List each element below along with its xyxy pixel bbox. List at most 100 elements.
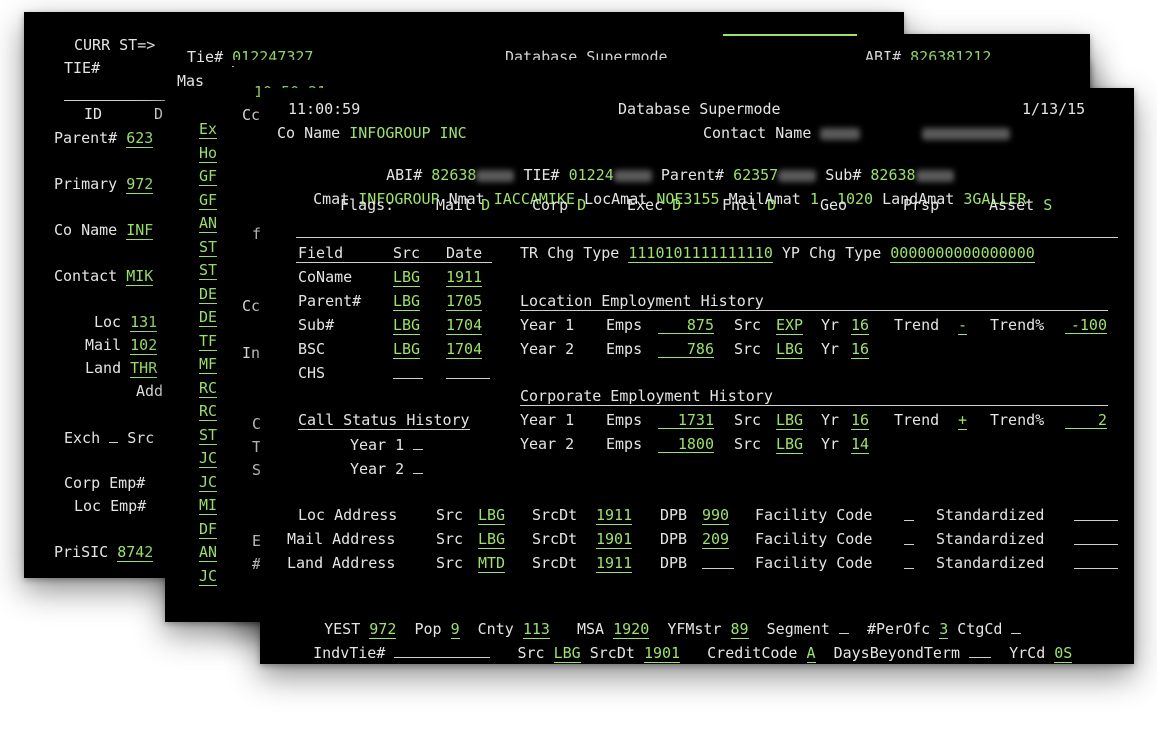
yr-field[interactable]: 16	[851, 411, 870, 430]
facility-field[interactable]	[904, 506, 914, 525]
srcdt-value[interactable]: 1911	[596, 554, 633, 573]
code-value[interactable]: JC	[199, 566, 218, 586]
src-value[interactable]: LBG	[478, 530, 506, 549]
creditcode-field[interactable]: A	[806, 644, 816, 663]
date-value[interactable]: 1704	[446, 316, 483, 335]
src-field[interactable]: EXP	[776, 316, 804, 335]
code-cell[interactable]: ST	[199, 425, 218, 445]
code-cell[interactable]: MF	[199, 355, 218, 374]
table-cell-src[interactable]: LBG	[393, 340, 421, 359]
code-value[interactable]: ST	[199, 237, 218, 257]
table-cell-src[interactable]	[393, 364, 423, 383]
flag-value[interactable]: D	[577, 196, 586, 214]
table-cell-date[interactable]: 1705	[446, 292, 483, 311]
exch-field[interactable]	[109, 428, 119, 443]
call-year2-field[interactable]	[413, 459, 424, 474]
src-empty[interactable]	[393, 364, 423, 379]
table-cell-src[interactable]: LBG	[393, 316, 421, 335]
yr-field[interactable]: 14	[851, 435, 870, 454]
emps-field[interactable]: 875	[658, 316, 714, 334]
code-cell[interactable]: DE	[199, 284, 218, 304]
yrcd-field[interactable]: 0S	[1054, 644, 1073, 663]
code-cell[interactable]: JC	[199, 472, 218, 492]
loc-field[interactable]: 131	[130, 313, 158, 332]
dpb-empty[interactable]	[702, 554, 734, 569]
address-dpb[interactable]: 990	[702, 506, 730, 525]
flag-value[interactable]: D	[672, 196, 681, 214]
code-value[interactable]: MI	[199, 496, 218, 515]
code-value[interactable]: Ho	[199, 143, 218, 163]
dpb-value[interactable]: 209	[702, 530, 730, 549]
code-cell[interactable]: TF	[199, 331, 218, 351]
code-value[interactable]: AN	[199, 214, 218, 233]
yr-value[interactable]: 16	[851, 411, 870, 430]
trend-field[interactable]: +	[958, 411, 968, 430]
facility-empty[interactable]	[904, 506, 914, 521]
call-year1-field[interactable]	[413, 435, 424, 450]
src-value[interactable]: LBG	[393, 268, 421, 287]
yr-value[interactable]: 16	[851, 340, 870, 359]
src-value[interactable]: LBG	[776, 435, 804, 454]
date-empty[interactable]	[446, 364, 490, 379]
code-value[interactable]: ST	[199, 425, 218, 445]
address-srcdt[interactable]: 1911	[596, 554, 633, 573]
code-value[interactable]: GF	[199, 190, 218, 210]
address-dpb[interactable]	[702, 554, 734, 573]
standardized-empty[interactable]	[1074, 554, 1118, 569]
emps-field[interactable]: 1731	[658, 411, 714, 429]
srcdt-value[interactable]: 1901	[596, 530, 633, 549]
code-value[interactable]: DE	[199, 308, 218, 327]
srcdt-value[interactable]: 1911	[596, 506, 633, 525]
code-cell[interactable]: GF	[199, 167, 218, 186]
standardized-empty[interactable]	[1074, 530, 1118, 545]
trend-value[interactable]: +	[958, 411, 968, 430]
standardized-field[interactable]	[1074, 506, 1118, 525]
dpb-value[interactable]: 990	[702, 506, 730, 525]
facility-field[interactable]	[904, 554, 914, 573]
facility-empty[interactable]	[904, 554, 914, 569]
code-value[interactable]: Ex	[199, 120, 218, 139]
code-value[interactable]: TF	[199, 331, 218, 351]
code-value[interactable]: ST	[199, 261, 218, 280]
date-value[interactable]: 1705	[446, 292, 483, 311]
src-value[interactable]: LBG	[393, 292, 421, 311]
table-cell-date[interactable]: 1704	[446, 340, 483, 359]
emps-field[interactable]: 1800	[658, 435, 714, 453]
tr-chg-field[interactable]: 1110101111111110	[628, 244, 773, 263]
standardized-field[interactable]	[1074, 530, 1118, 549]
code-cell[interactable]: Ho	[199, 143, 218, 163]
code-value[interactable]: DE	[199, 284, 218, 304]
land-field[interactable]: THR	[130, 359, 158, 378]
mail-field[interactable]: 102	[130, 336, 158, 355]
trendpct-field[interactable]: 2	[1065, 411, 1107, 429]
table-cell-date[interactable]	[446, 364, 490, 383]
trend-value[interactable]: -	[958, 316, 968, 335]
table-cell-date[interactable]: 1911	[446, 268, 483, 287]
code-cell[interactable]: DF	[199, 519, 218, 539]
mailamat-field-1[interactable]: 1	[810, 190, 819, 208]
emps-field[interactable]: 786	[658, 340, 714, 358]
address-srcdt[interactable]: 1911	[596, 506, 633, 525]
standardized-field[interactable]	[1074, 554, 1118, 573]
code-cell[interactable]: AN	[199, 214, 218, 233]
code-value[interactable]: GF	[199, 167, 218, 186]
trend-field[interactable]: -	[958, 316, 968, 335]
src-value[interactable]: LBG	[776, 340, 804, 359]
code-value[interactable]: AN	[199, 543, 218, 562]
code-cell[interactable]: GF	[199, 190, 218, 210]
src2-field[interactable]: LBG	[553, 644, 581, 663]
code-cell[interactable]: RC	[199, 402, 218, 421]
yp-chg-field[interactable]: 0000000000000000	[890, 244, 1035, 263]
yr-field[interactable]: 16	[851, 316, 870, 335]
facility-empty[interactable]	[904, 530, 914, 545]
code-value[interactable]: MF	[199, 355, 218, 374]
flag-value[interactable]: S	[1043, 196, 1052, 214]
parent-field[interactable]: 623	[126, 129, 154, 148]
flag-value[interactable]: D	[767, 196, 776, 214]
code-cell[interactable]: ST	[199, 261, 218, 280]
code-cell[interactable]: DE	[199, 308, 218, 327]
src-value[interactable]: LBG	[393, 340, 421, 359]
prisic-field[interactable]: 8742	[117, 543, 154, 562]
coname-field[interactable]: INFOGROUP INC	[349, 124, 466, 142]
address-src[interactable]: MTD	[478, 554, 506, 573]
